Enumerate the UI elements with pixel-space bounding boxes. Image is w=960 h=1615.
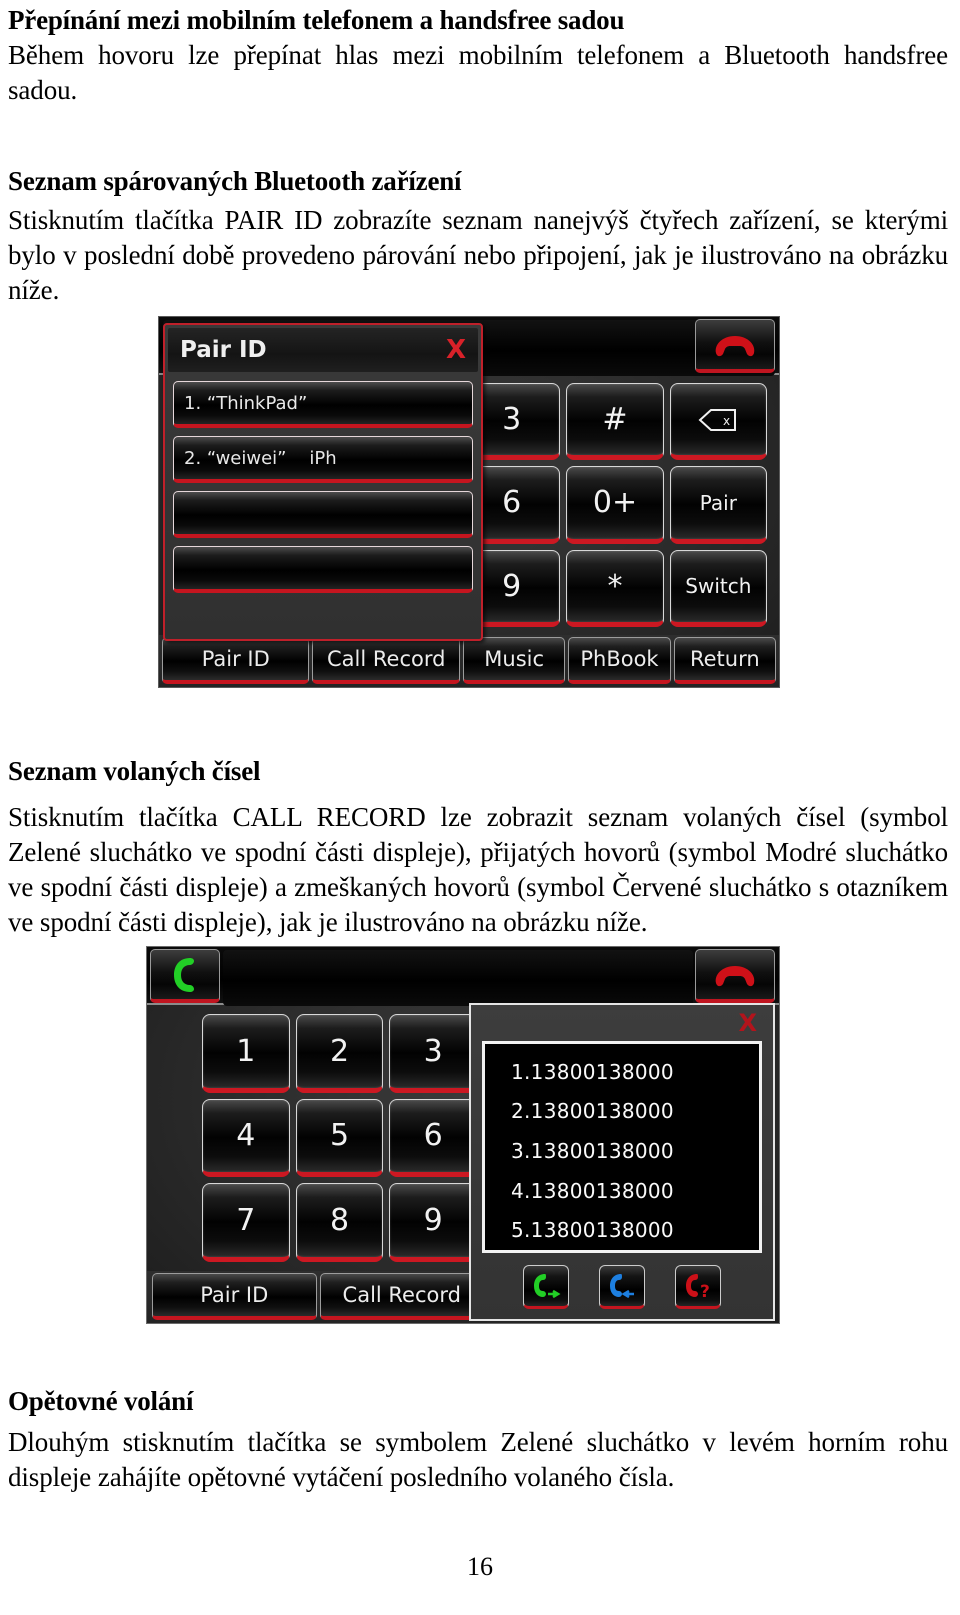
section-heading-1: Přepínání mezi mobilním telefonem a hand…: [8, 4, 948, 37]
outgoing-call-icon: [534, 1274, 561, 1299]
list-item[interactable]: 5.13800138000: [511, 1218, 759, 1242]
green-phone-icon: [174, 957, 194, 992]
section-paragraph-3: Stisknutím tlačítka CALL RECORD lze zobr…: [8, 800, 948, 940]
device-tab-bar: Pair ID Call Record: [147, 1271, 487, 1323]
figure-call-record-screen: 1 2 3 4 5 6 7 8 9 Pair ID Call Record X …: [146, 946, 780, 1324]
list-item[interactable]: [173, 491, 473, 538]
outgoing-calls-button[interactable]: [523, 1265, 569, 1309]
close-icon[interactable]: X: [446, 335, 466, 365]
section-heading-2: Seznam spárovaných Bluetooth zařízení: [8, 165, 948, 198]
key-9[interactable]: 9: [389, 1183, 477, 1262]
key-6[interactable]: 6: [389, 1098, 477, 1178]
section-paragraph-2: Stisknutím tlačítka PAIR ID zobrazíte se…: [8, 203, 948, 308]
tab-call-record[interactable]: Call Record: [319, 1273, 484, 1320]
missed-call-icon: ?: [686, 1274, 710, 1299]
tab-phbook[interactable]: PhBook: [568, 637, 671, 684]
paired-device-list: 1. “ThinkPad” 2. “weiwei” iPh: [173, 381, 473, 593]
svg-text:x: x: [723, 414, 730, 428]
backspace-delete-icon: x: [698, 408, 737, 431]
section-paragraph-1: Během hovoru lze přepínat hlas mezi mobi…: [8, 38, 948, 108]
device-keypad: 1 2 3 4 5 6 7 8 9: [147, 1005, 477, 1271]
incoming-calls-button[interactable]: [599, 1265, 645, 1309]
section-paragraph-4: Dlouhým stisknutím tlačítka se symbolem …: [8, 1425, 948, 1495]
backspace-key[interactable]: x: [669, 383, 767, 461]
section-heading-4: Opětovné volání: [8, 1385, 948, 1418]
list-item[interactable]: 3.13800138000: [511, 1139, 759, 1163]
list-item[interactable]: 4.13800138000: [511, 1179, 759, 1203]
close-icon[interactable]: X: [738, 1009, 757, 1037]
list-item[interactable]: 2.13800138000: [511, 1099, 759, 1123]
key-1[interactable]: 1: [202, 1014, 290, 1093]
red-hangup-phone-icon: [715, 335, 755, 356]
key-8[interactable]: 8: [295, 1183, 384, 1262]
key-5[interactable]: 5: [295, 1098, 384, 1178]
tab-pair-id[interactable]: Pair ID: [152, 1273, 317, 1320]
tab-music[interactable]: Music: [462, 637, 566, 684]
key-0-plus[interactable]: 0+: [566, 466, 664, 544]
device-tab-bar: Pair ID Call Record Music PhBook Return: [159, 635, 779, 687]
key-hash[interactable]: #: [566, 383, 664, 461]
hangup-button[interactable]: [695, 949, 775, 1003]
pair-id-dialog: Pair ID X 1. “ThinkPad” 2. “weiwei” iPh: [163, 323, 483, 641]
call-type-filter-bar: ?: [482, 1265, 762, 1313]
list-item[interactable]: 2. “weiwei” iPh: [173, 436, 473, 483]
redial-pickup-button[interactable]: [150, 949, 220, 1003]
red-hangup-phone-icon: [715, 965, 755, 986]
key-3[interactable]: 3: [389, 1014, 477, 1093]
list-item[interactable]: 1. “ThinkPad”: [173, 381, 473, 428]
heading-text: Přepínání mezi mobilním telefonem a hand…: [8, 5, 625, 35]
key-asterisk[interactable]: *: [566, 549, 664, 627]
svg-text:?: ?: [700, 1282, 710, 1299]
key-4[interactable]: 4: [202, 1098, 290, 1178]
paragraph-text: Stisknutím tlačítka CALL RECORD lze zobr…: [8, 802, 948, 938]
list-item[interactable]: [173, 546, 473, 593]
key-7[interactable]: 7: [202, 1183, 290, 1262]
heading-text: Opětovné volání: [8, 1386, 194, 1416]
call-number-list: 1.13800138000 2.13800138000 3.1380013800…: [482, 1041, 762, 1253]
key-2[interactable]: 2: [295, 1014, 384, 1093]
heading-text: Seznam volaných čísel: [8, 756, 261, 786]
document-page: Přepínání mezi mobilním telefonem a hand…: [0, 0, 960, 1615]
tab-call-record[interactable]: Call Record: [312, 637, 460, 684]
tab-pair-id[interactable]: Pair ID: [162, 637, 310, 684]
tab-return[interactable]: Return: [673, 637, 776, 684]
figure-pair-id-screen: 3 # x 6 0+ Pair 9 * Switch Pair ID Call …: [158, 316, 780, 688]
device-keypad: 3 # x 6 0+ Pair 9 * Switch: [459, 375, 775, 635]
pair-id-dialog-titlebar: Pair ID X: [168, 328, 478, 372]
page-number: 16: [467, 1552, 493, 1581]
incoming-call-icon: [610, 1274, 634, 1299]
list-item[interactable]: 1.13800138000: [511, 1060, 759, 1084]
pair-key[interactable]: Pair: [669, 466, 767, 544]
switch-key[interactable]: Switch: [669, 549, 767, 627]
status-bar-display: [223, 950, 693, 1006]
paragraph-text: Dlouhým stisknutím tlačítka se symbolem …: [8, 1427, 948, 1493]
missed-calls-button[interactable]: ?: [675, 1265, 721, 1309]
heading-text: Seznam spárovaných Bluetooth zařízení: [8, 166, 462, 196]
section-heading-3: Seznam volaných čísel: [8, 755, 948, 788]
hangup-button[interactable]: [695, 319, 775, 373]
paragraph-text: Během hovoru lze přepínat hlas mezi mobi…: [8, 40, 948, 106]
paragraph-text: Stisknutím tlačítka PAIR ID zobrazíte se…: [8, 205, 948, 306]
device-status-bar: [147, 947, 779, 1006]
call-record-dialog: X 1.13800138000 2.13800138000 3.13800138…: [469, 1003, 775, 1321]
pair-id-dialog-title: Pair ID: [180, 337, 267, 363]
